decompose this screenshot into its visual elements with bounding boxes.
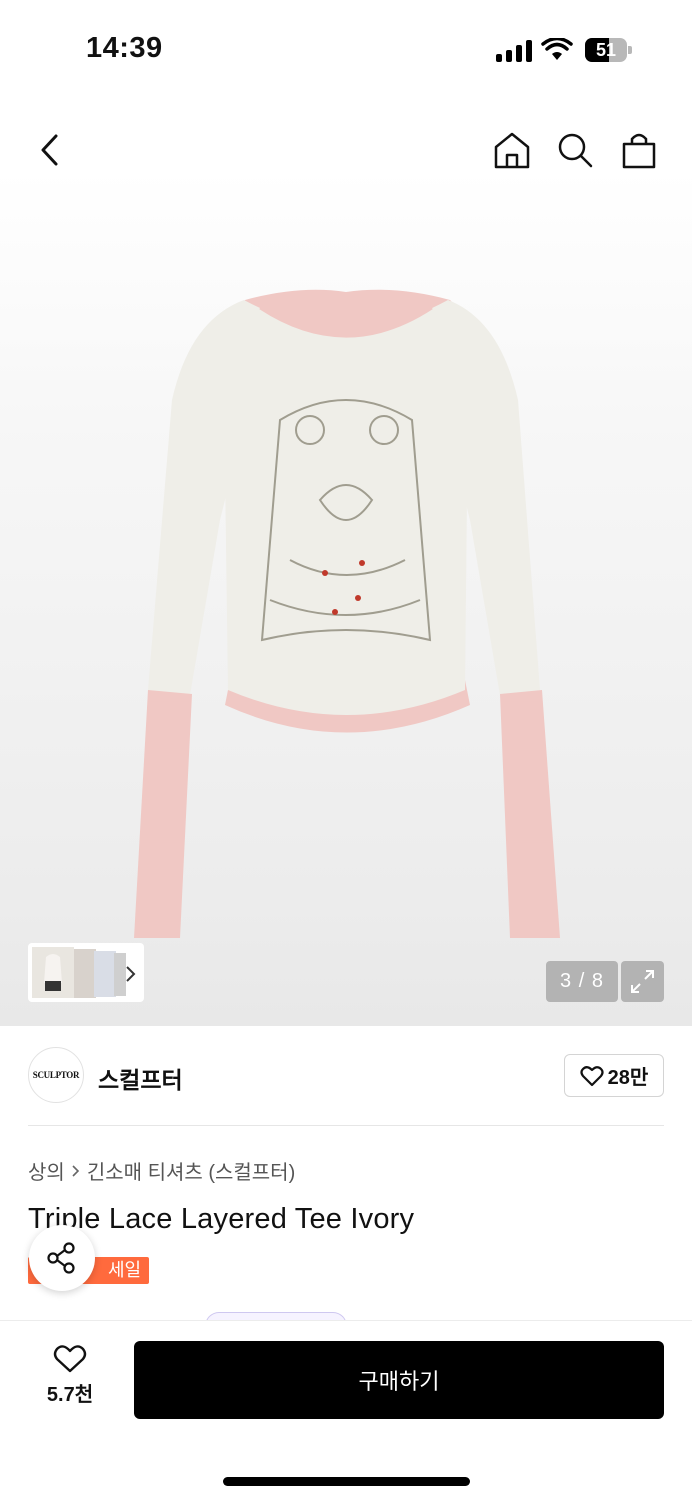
brand-logo-text: SCULPTOR: [32, 1070, 80, 1080]
cart-button[interactable]: [617, 128, 661, 172]
home-indicator: [223, 1477, 470, 1486]
buy-button[interactable]: 구매하기: [134, 1341, 664, 1419]
brand-like-button[interactable]: 28만: [564, 1054, 664, 1097]
heart-icon: [580, 1065, 604, 1086]
wishlist-count: 5.7천: [46, 1384, 94, 1406]
product-title: Triple Lace Layered Tee Ivory: [28, 1203, 415, 1235]
home-button[interactable]: [490, 128, 534, 172]
battery-icon: 51: [585, 38, 627, 62]
divider: [28, 1125, 664, 1126]
breadcrumb: 상의 긴소매 티셔츠 (스컬프터): [28, 1156, 295, 1185]
chevron-right-icon: [72, 1164, 79, 1177]
battery-level: 51: [595, 40, 617, 60]
search-icon: [558, 133, 593, 168]
expand-icon: [631, 970, 654, 993]
search-button[interactable]: [553, 128, 597, 172]
wishlist-button[interactable]: 5.7천: [30, 1344, 110, 1416]
home-icon: [494, 132, 530, 169]
shopping-bag-icon: [622, 133, 656, 169]
breadcrumb-subcategory[interactable]: 긴소매 티셔츠 (스컬프터): [87, 1156, 295, 1185]
thumbnail-strip[interactable]: [28, 943, 144, 1002]
breadcrumb-category[interactable]: 상의: [28, 1156, 65, 1185]
back-button[interactable]: [28, 128, 72, 172]
chevron-right-icon: [126, 966, 136, 982]
battery-tip: [628, 46, 632, 54]
image-pager: 3 / 8: [546, 961, 618, 1002]
back-icon: [41, 134, 58, 166]
heart-icon: [53, 1345, 87, 1373]
expand-button[interactable]: [621, 961, 664, 1002]
share-button[interactable]: [29, 1225, 95, 1291]
brand-like-count: 28만: [607, 1067, 649, 1089]
status-time: 14:39: [86, 32, 163, 64]
wifi-icon: [541, 36, 573, 62]
cellular-signal-icon: [496, 40, 532, 62]
brand-name[interactable]: 스컬프터: [98, 1061, 183, 1095]
share-icon: [47, 1242, 75, 1274]
brand-logo[interactable]: SCULPTOR: [28, 1047, 84, 1103]
